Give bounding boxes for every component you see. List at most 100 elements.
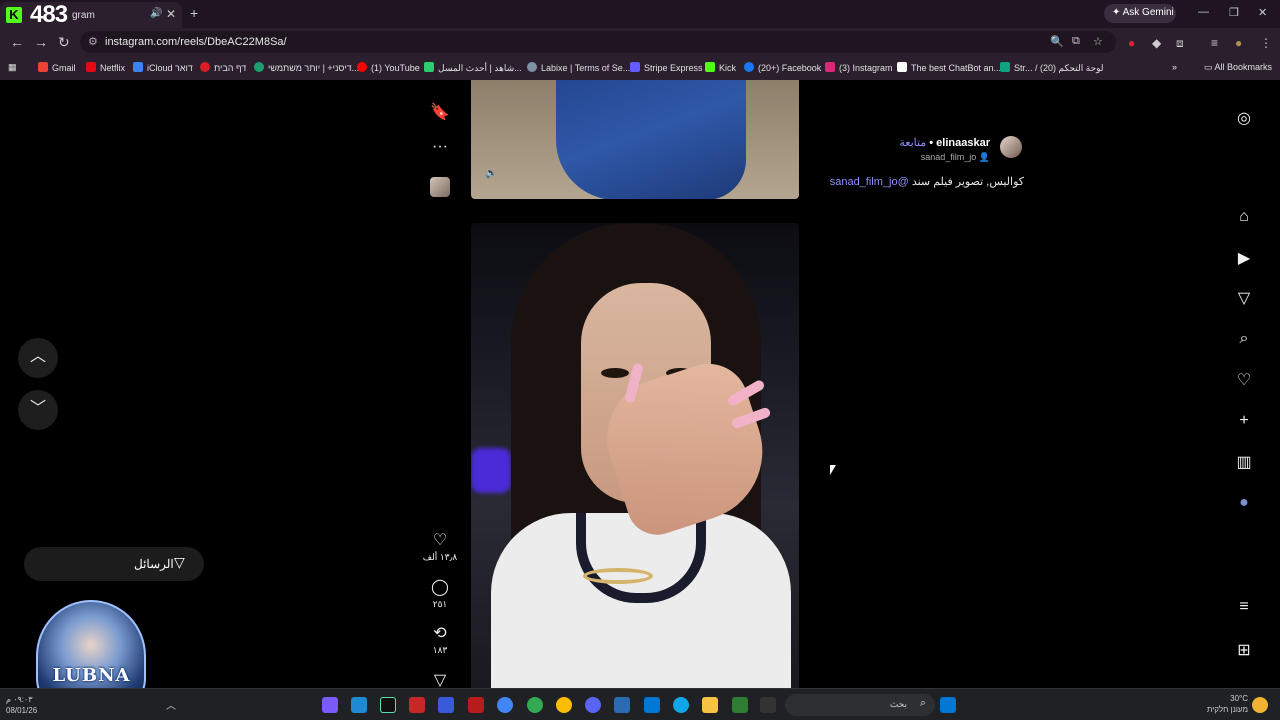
app-icon[interactable] [438, 697, 454, 713]
tray-chevron-icon[interactable]: ︿ [166, 697, 182, 713]
follow-button[interactable]: متابعة [899, 137, 926, 149]
extension-record-icon[interactable]: ● [1128, 36, 1135, 50]
also-from-meta-icon[interactable]: ⊞ [1232, 640, 1256, 660]
bookmark-gmail[interactable]: Gmail [38, 62, 76, 73]
bookmark-label: Kick [719, 63, 737, 73]
terminal-icon[interactable] [380, 697, 396, 713]
app-icon[interactable] [322, 697, 338, 713]
bookmark-labixe[interactable]: Labixe | Terms of Se... [527, 62, 630, 73]
app-icon[interactable] [614, 697, 630, 713]
profile-avatar[interactable]: ● [1235, 36, 1242, 50]
audio-avatar[interactable] [430, 177, 450, 197]
previous-reel-video[interactable]: 🔈 [471, 80, 799, 199]
messages-label: الرسائل [134, 557, 174, 571]
profile-avatar[interactable]: ● [1232, 494, 1256, 512]
bookmark-chatbot[interactable]: The best ChatBot an... [897, 62, 1001, 73]
extensions-icon[interactable]: ⧈ [1176, 36, 1184, 51]
discord-icon[interactable] [585, 697, 601, 713]
current-reel-video[interactable] [471, 223, 799, 688]
media-control-icon[interactable]: ≡ [1211, 36, 1218, 50]
caption-mention[interactable]: @sanad_film_jo [830, 176, 909, 188]
bookmark-label: Gmail [52, 63, 76, 73]
minimize-icon[interactable]: — [1198, 6, 1209, 18]
bookmark-stripe[interactable]: Stripe Express [630, 62, 703, 73]
repost-count: ١٨٣ [432, 645, 448, 655]
weather-widget[interactable]: 30°C מעונן חלקית [1200, 693, 1248, 715]
tab-strip: K 483 gram 🔊 ✕ + ✦ Ask Gemini — ❐ ✕ [0, 0, 1280, 28]
reel-frame-eye [601, 368, 629, 378]
clock[interactable]: ٠٩:٠٣ م 08/01/26 [6, 694, 37, 716]
install-icon[interactable]: ⧉ [1072, 35, 1080, 48]
chrome-active-icon[interactable] [556, 697, 572, 713]
close-tab-icon[interactable]: ✕ [166, 7, 176, 21]
ask-gemini-button[interactable]: ✦ Ask Gemini [1104, 4, 1176, 23]
more-bookmarks-icon[interactable]: » [1172, 62, 1177, 72]
menu-dots-icon[interactable]: ⋮ [1260, 36, 1272, 50]
tab-instagram[interactable]: K 483 gram 🔊 ✕ [0, 1, 182, 28]
bookmark-instagram[interactable]: (3) Instagram [825, 62, 893, 73]
like-button[interactable]: ♡ ١٣٫٨ ألف [420, 530, 460, 563]
all-bookmarks-folder[interactable]: ▭ All Bookmarks [1204, 62, 1272, 73]
address-bar[interactable]: ⚙ instagram.com/reels/DbeAC22M8Sa/ 🔍 ⧉ ☆ [80, 31, 1116, 53]
site-info-icon[interactable]: ⚙ [88, 35, 98, 48]
edge-icon[interactable] [673, 697, 689, 713]
home-icon[interactable]: ⌂ [1232, 208, 1256, 226]
bookmark-netflix[interactable]: Netflix [86, 62, 125, 73]
store-icon[interactable] [644, 697, 660, 713]
speaker-icon[interactable]: 🔊 [150, 8, 162, 19]
forward-icon[interactable]: → [34, 34, 48, 50]
close-window-icon[interactable]: ✕ [1258, 6, 1267, 19]
bookmark-icloud[interactable]: iCloud דואר [133, 62, 193, 73]
bookmark-star-icon[interactable]: ☆ [1093, 35, 1103, 48]
chevron-up-icon: ︿ [29, 348, 46, 365]
messages-button[interactable]: الرسائل ▽ [24, 547, 204, 581]
app-icon[interactable] [409, 697, 425, 713]
chrome-icon[interactable] [527, 697, 543, 713]
author-sub-label[interactable]: sanad_film_jo [921, 152, 977, 162]
save-button[interactable]: 🔖 [420, 102, 460, 122]
reload-icon[interactable]: ↻ [58, 34, 70, 51]
bookmark-facebook[interactable]: (20+) Facebook [744, 62, 821, 73]
menu-hamburger-icon[interactable]: ≡ [1232, 598, 1256, 616]
apps-grid-icon[interactable]: ▦ [8, 62, 17, 73]
create-plus-icon[interactable]: + [1232, 412, 1256, 430]
bookmark-dashboard[interactable]: Str... / لوحة التحكم (20) [1000, 62, 1104, 74]
back-icon[interactable]: ← [10, 34, 24, 50]
notifications-heart-icon[interactable]: ♡ [1232, 370, 1256, 390]
repost-button[interactable]: ⟲ ١٨٣ [420, 623, 460, 656]
new-tab-button[interactable]: + [190, 5, 198, 21]
url-text: instagram.com/reels/DbeAC22M8Sa/ [105, 36, 287, 48]
zoom-icon[interactable]: 🔍 [1050, 35, 1064, 48]
reels-icon[interactable]: ▶ [1232, 248, 1256, 268]
messages-icon[interactable]: ▽ [1232, 288, 1256, 308]
valorant-icon[interactable] [468, 697, 484, 713]
bookmark-kick[interactable]: Kick [705, 62, 736, 73]
instagram-logo-icon[interactable]: ◎ [1232, 108, 1256, 128]
comment-button[interactable]: ◯ ٢٥١ [420, 577, 460, 610]
vscode-icon[interactable] [351, 697, 367, 713]
bookmark-home[interactable]: דף הבית [200, 62, 246, 73]
author-avatar[interactable] [1000, 136, 1022, 158]
chrome-icon[interactable] [497, 697, 513, 713]
maximize-icon[interactable]: ❐ [1229, 6, 1239, 19]
app-icon[interactable] [760, 697, 776, 713]
author-name[interactable]: elinaaskar [936, 137, 990, 149]
bookmark-shahid[interactable]: شاهد | أحدث المسل... [424, 62, 522, 74]
more-options-button[interactable]: ··· [420, 138, 460, 156]
next-reel-button[interactable]: ﹀ [18, 390, 58, 430]
speaker-icon[interactable]: 🔈 [485, 168, 501, 184]
author-sub: sanad_film_jo 👤 [920, 152, 990, 162]
dashboard-icon[interactable]: ▥ [1232, 452, 1256, 472]
windows-start-icon[interactable] [940, 697, 956, 713]
bookmark-label: Str... / لوحة التحكم (20) [1014, 63, 1104, 73]
search-icon[interactable]: ⌕ [1232, 330, 1256, 348]
previous-reel-button[interactable]: ︿ [18, 338, 58, 378]
share-button[interactable]: ▽ [420, 670, 460, 688]
app-icon[interactable] [732, 697, 748, 713]
icloud-icon [133, 62, 143, 72]
bookmark-youtube[interactable]: (1) YouTube [357, 62, 420, 73]
file-explorer-icon[interactable] [702, 697, 718, 713]
bookmark-disney[interactable]: דיסני+ | יותר משתמשי... [254, 62, 359, 73]
extension-diamond-icon[interactable]: ◆ [1152, 36, 1161, 50]
taskbar-search[interactable]: بحث ⌕ [785, 694, 935, 716]
